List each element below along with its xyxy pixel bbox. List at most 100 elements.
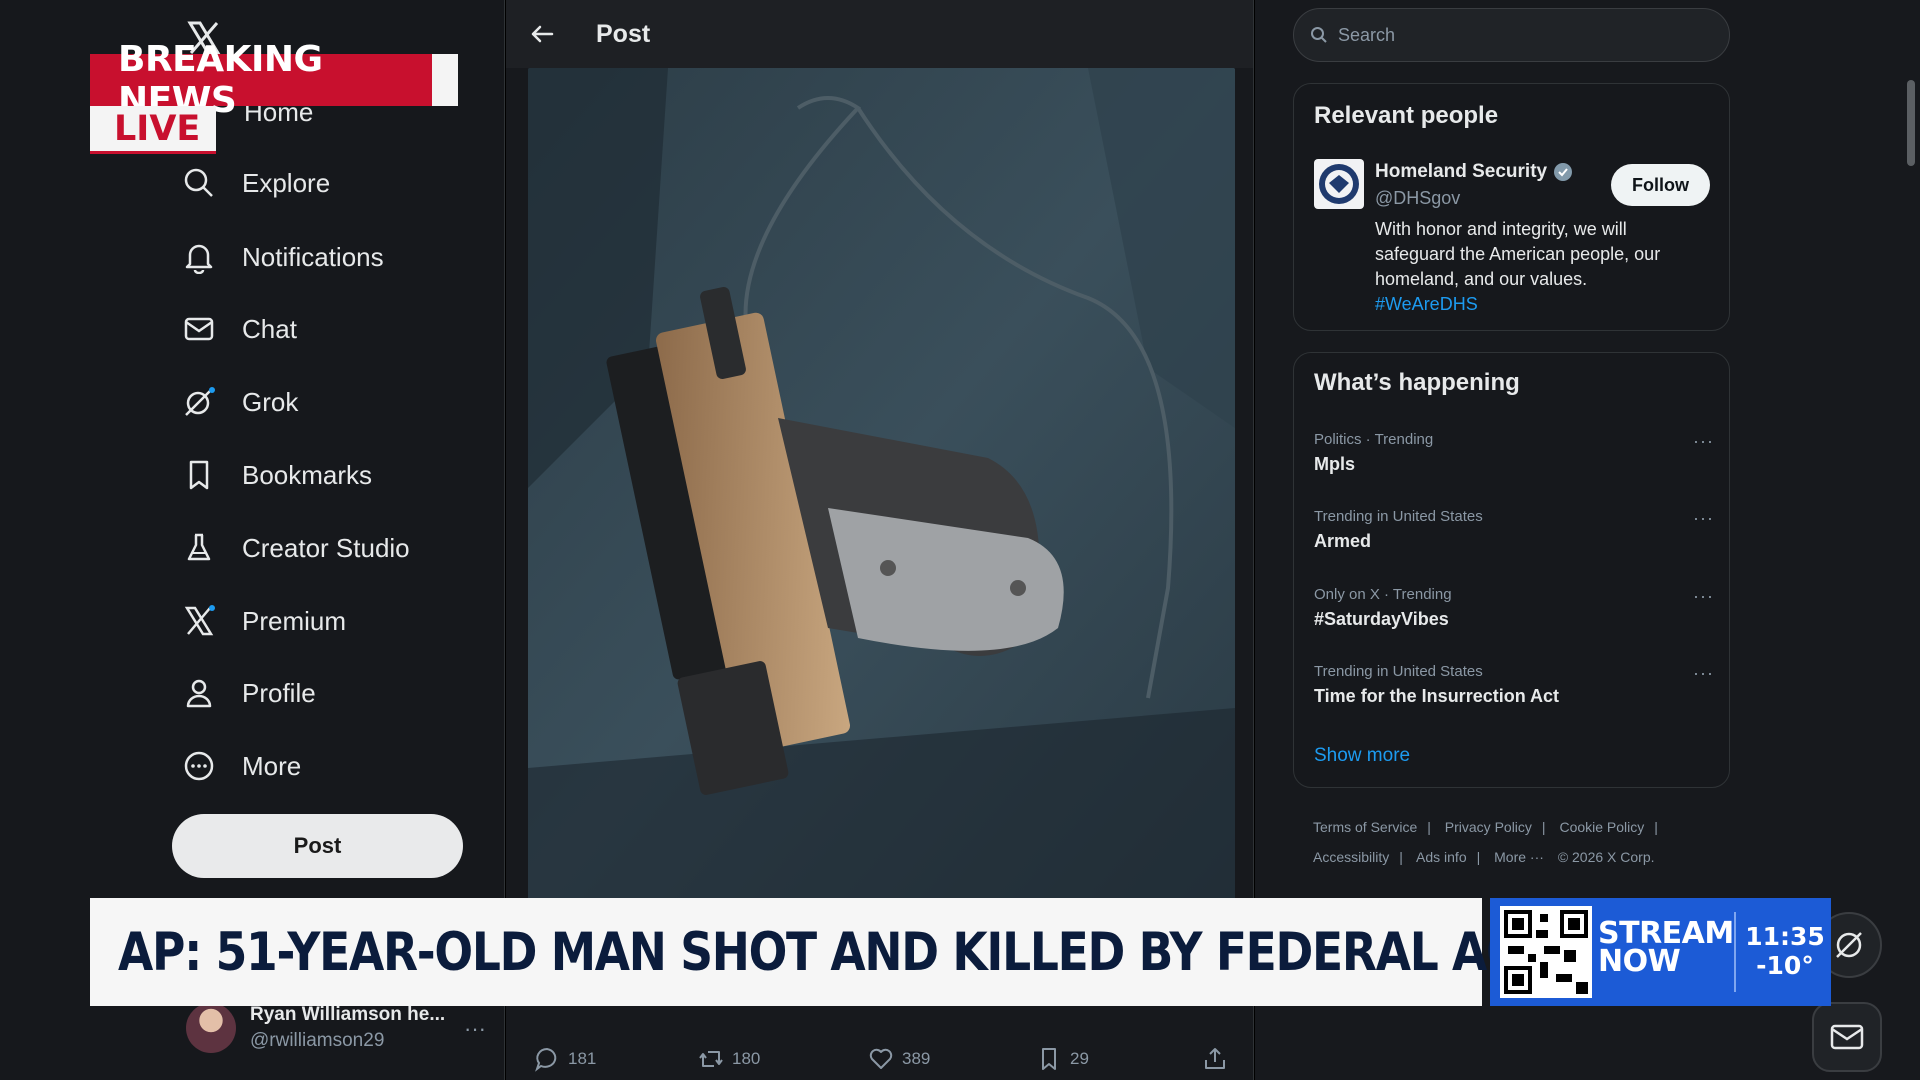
messages-floating-button[interactable] [1812,1002,1882,1072]
post-actions: 181 180 389 29 [506,1040,1253,1080]
bookmark-count: 29 [1070,1049,1089,1068]
trend-more-icon[interactable]: ··· [1693,586,1714,607]
account-info: Ryan Williamson he... @rwilliamson29 [250,1004,445,1052]
trend-more-icon[interactable]: ··· [1693,508,1714,529]
footer-separator: | [1541,819,1546,835]
sidebar-item-chat[interactable]: Chat [182,301,297,357]
trend-meta: Trending in United States [1314,663,1483,680]
footer-link-privacy[interactable]: Privacy Policy [1445,819,1532,835]
sidebar-item-premium[interactable]: Premium [182,593,346,649]
heart-icon [869,1048,893,1069]
footer-separator: | [1476,849,1481,865]
share-button[interactable] [1202,1046,1228,1072]
reply-button[interactable]: 181 [534,1046,596,1072]
account-name: Ryan Williamson he... [250,1004,446,1025]
grok-icon [1836,932,1862,958]
footer-links: Terms of Service | Privacy Policy | Cookie… [1313,812,1733,872]
post-image[interactable] [528,68,1235,900]
dhs-avatar[interactable] [1314,159,1364,209]
sidebar-item-label: Bookmarks [242,459,373,490]
sidebar-item-label: Notifications [242,241,384,272]
profile-handle: @DHSgov [1375,188,1461,208]
sidebar-item-label: Chat [242,313,297,344]
relevant-people-title: Relevant people [1314,102,1499,129]
trend-item[interactable]: Only on X · Trending #SaturdayVibes ··· [1314,586,1714,630]
bookmark-icon [189,460,209,490]
handgun-photo [528,68,1235,900]
trend-name: Time for the Insurrection Act [1314,686,1560,706]
footer-link-cookie[interactable]: Cookie Policy [1559,819,1644,835]
headline-chyron: AP: 51-YEAR-OLD MAN SHOT AND KILLED BY F… [90,898,1651,1006]
flask-icon [187,533,211,561]
sidebar-item-label: Grok [242,386,299,417]
post-button[interactable]: Post [172,814,463,878]
mail-icon [1830,1024,1864,1050]
breaking-news-banner: BREAKING NEWS [90,39,458,121]
stream-line2: NOW [1598,944,1681,979]
trend-name: Armed [1314,531,1372,551]
sidebar-item-grok[interactable]: Grok [182,374,298,430]
trend-meta: Trending in United States [1314,508,1483,525]
trend-meta: Only on X · Trending [1314,586,1452,603]
search-icon [184,168,213,197]
follow-button[interactable]: Follow [1611,164,1710,206]
trend-item[interactable]: Trending in United States Time for the I… [1314,663,1714,707]
sidebar-item-label: Explore [242,167,331,198]
like-count: 389 [902,1049,931,1068]
search-icon [1311,27,1327,43]
person-icon [186,679,212,708]
headline-text: AP: 51-YEAR-OLD MAN SHOT AND KILLED BY F… [118,921,1651,983]
search-input[interactable] [1338,24,1698,46]
scrollbar[interactable] [1907,80,1915,166]
profile-name-text: Homeland Security [1375,161,1548,182]
trend-more-icon[interactable]: ··· [1693,431,1714,452]
bookmark-icon [1042,1048,1056,1070]
sidebar-item-more[interactable]: More [182,738,301,794]
sidebar-item-profile[interactable]: Profile [182,665,316,721]
whats-happening-card: What’s happening Politics · Trending Mpl… [1293,352,1730,788]
trend-name: Mpls [1314,454,1356,474]
grok-icon [185,387,215,416]
avatar [186,1003,236,1053]
time-temp: 11:35 -10° [1742,922,1828,980]
reply-icon [535,1047,557,1072]
sidebar-item-creator-studio[interactable]: Creator Studio [182,520,410,576]
footer-link-ads[interactable]: Ads info [1416,849,1467,865]
account-more-icon[interactable]: ··· [464,1016,486,1042]
profile-bio-text: With honor and integrity, we will safegu… [1375,219,1661,289]
bell-icon [185,244,213,274]
trend-item[interactable]: Politics · Trending Mpls ··· [1314,431,1714,475]
qr-code-icon [1500,906,1592,998]
bookmark-button[interactable]: 29 [1036,1046,1089,1072]
footer-separator: | [1427,819,1431,835]
sidebar-item-notifications[interactable]: Notifications [182,229,384,285]
back-arrow-icon[interactable] [528,20,556,48]
more-circle-icon [184,751,214,781]
sidebar-item-bookmarks[interactable]: Bookmarks [182,447,372,503]
sidebar-item-explore[interactable]: Explore [182,155,330,211]
repost-count: 180 [732,1049,761,1068]
profile-name[interactable]: Homeland Security [1375,161,1573,183]
footer-link-terms[interactable]: Terms of Service [1313,819,1417,835]
sidebar-item-label: Profile [242,677,316,708]
sidebar-item-label: Premium [242,605,347,636]
trend-item[interactable]: Trending in United States Armed ··· [1314,508,1714,552]
verified-badge-icon [1554,163,1573,181]
footer-separator: | [1654,819,1658,835]
qr-pattern [1504,910,1588,994]
live-badge: LIVE [90,106,216,154]
show-more-link[interactable]: Show more [1314,745,1410,767]
search-bar[interactable] [1293,8,1730,62]
trend-more-icon[interactable]: ··· [1693,663,1714,684]
like-button[interactable]: 389 [868,1046,930,1072]
footer-link-accessibility[interactable]: Accessibility [1313,849,1389,865]
footer-link-more[interactable]: More ··· [1494,849,1544,865]
trend-name: #SaturdayVibes [1314,609,1449,629]
repost-icon [699,1051,723,1067]
account-handle: @rwilliamson29 [250,1030,385,1051]
post-header: Post [506,0,1253,68]
account-switcher[interactable]: Ryan Williamson he... @rwilliamson29 ··· [186,998,486,1058]
share-icon [1205,1048,1225,1069]
hashtag-link[interactable]: #WeAreDHS [1375,294,1478,314]
repost-button[interactable]: 180 [698,1046,760,1072]
